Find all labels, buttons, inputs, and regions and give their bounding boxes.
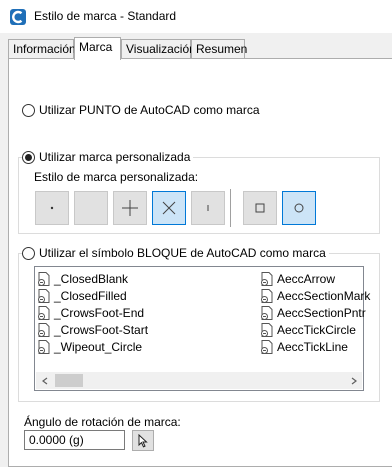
radio-use-custom-marker[interactable]: Utilizar marca personalizada [22, 150, 194, 164]
marker-circle-button[interactable] [282, 191, 316, 225]
square-icon [255, 203, 265, 213]
list-item[interactable]: _CrowsFoot-End [36, 304, 144, 321]
cursor-arrow-icon [138, 433, 148, 447]
list-item[interactable]: AeccTickCircle [259, 321, 356, 338]
list-item[interactable]: _CrowsFoot-Start [36, 321, 148, 338]
blank-icon [84, 201, 98, 215]
scrollbar-thumb[interactable] [55, 374, 83, 387]
block-icon [38, 305, 50, 320]
block-name: AeccArrow [277, 271, 336, 286]
block-name: AeccTickLine [277, 339, 348, 354]
radio-button[interactable] [22, 103, 35, 117]
marker-plus-button[interactable] [113, 191, 147, 225]
scroll-right-icon[interactable] [345, 372, 362, 389]
tick-icon [207, 205, 209, 211]
block-name: _CrowsFoot-Start [54, 322, 149, 337]
block-icon [38, 271, 50, 286]
x-icon [162, 201, 176, 215]
radio-label: Utilizar PUNTO de AutoCAD como marca [39, 103, 260, 117]
button-separator [230, 189, 232, 227]
radio-button[interactable] [22, 246, 35, 260]
rotation-angle-input[interactable] [24, 430, 125, 450]
block-name: AeccSectionPntr [277, 305, 366, 320]
block-name: AeccTickCircle [277, 322, 356, 337]
list-item[interactable]: _Wipeout_Circle [36, 338, 142, 355]
block-icon [261, 305, 273, 320]
block-name: _Wipeout_Circle [54, 339, 143, 354]
radio-label: Utilizar el símbolo BLOQUE de AutoCAD co… [39, 246, 326, 260]
block-name: _CrowsFoot-End [54, 305, 145, 320]
block-icon [261, 271, 273, 286]
marker-dot-button[interactable] [35, 191, 69, 225]
radio-use-autocad-block[interactable]: Utilizar el símbolo BLOQUE de AutoCAD co… [22, 246, 329, 260]
pick-angle-button[interactable] [132, 430, 154, 451]
radio-label: Utilizar marca personalizada [39, 150, 191, 164]
marker-tick-button[interactable] [191, 191, 225, 225]
radio-use-autocad-point[interactable]: Utilizar PUNTO de AutoCAD como marca [22, 103, 260, 117]
radio-button[interactable] [22, 150, 35, 164]
list-item[interactable]: AeccTickLine [259, 338, 348, 355]
plus-icon [122, 200, 138, 216]
circle-icon [294, 203, 304, 213]
dot-icon [50, 206, 54, 210]
block-name: AeccSectionMark [277, 288, 371, 303]
list-item[interactable]: AeccSectionPntr [259, 304, 366, 321]
block-name: _ClosedBlank [54, 271, 129, 286]
marker-none-button[interactable] [74, 191, 108, 225]
block-icon [38, 322, 50, 337]
rotation-angle-label: Ángulo de rotación de marca: [24, 415, 181, 429]
block-icon [261, 288, 273, 303]
custom-style-label: Estilo de marca personalizada: [34, 170, 199, 184]
marker-x-button[interactable] [152, 191, 186, 225]
block-name: _ClosedFilled [54, 288, 127, 303]
block-list[interactable]: _ClosedBlank _ClosedFilled _CrowsFoot-En… [34, 266, 370, 391]
block-icon [261, 339, 273, 354]
list-item[interactable]: AeccSectionMark [259, 287, 370, 304]
list-item[interactable]: _ClosedFilled [36, 287, 127, 304]
horizontal-scrollbar[interactable] [36, 372, 362, 389]
scroll-left-icon[interactable] [36, 372, 53, 389]
list-item[interactable]: AeccArrow [259, 270, 335, 287]
block-icon [38, 339, 50, 354]
marker-square-button[interactable] [243, 191, 277, 225]
list-item[interactable]: _ClosedBlank [36, 270, 128, 287]
block-icon [38, 288, 50, 303]
block-icon [261, 322, 273, 337]
